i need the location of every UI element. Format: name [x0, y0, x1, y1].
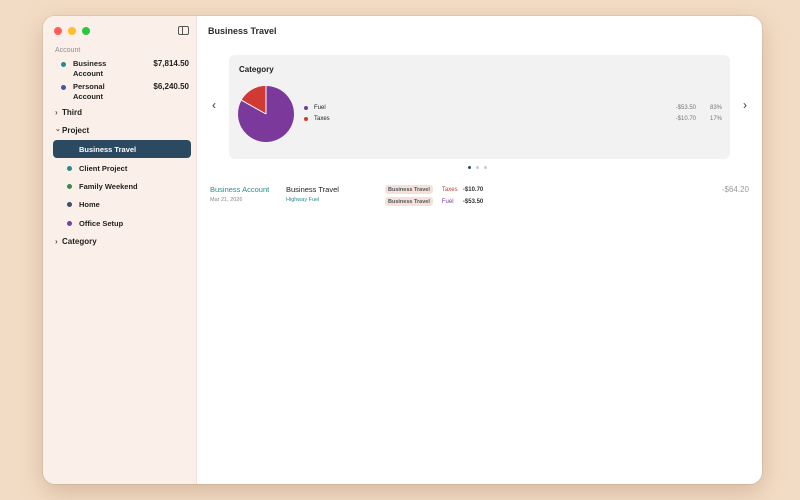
project-label: Business Travel [79, 144, 137, 154]
account-color-dot [61, 85, 66, 90]
sidebar-item-client-project[interactable]: Client Project [53, 159, 191, 177]
chevron-down-icon: ⌄ [55, 125, 61, 133]
account-name: Business Account [73, 59, 107, 78]
page-title: Business Travel [208, 26, 277, 36]
account-color-dot [61, 62, 66, 67]
window-controls [54, 27, 90, 35]
transaction-date: Mar 21, 2026 [210, 197, 243, 203]
project-label: Office Setup [79, 218, 124, 228]
project-color-dot [67, 220, 72, 226]
legend-label: Taxes [314, 116, 330, 122]
account-section-label: Account [55, 47, 81, 54]
minimize-window-button[interactable] [68, 27, 76, 35]
page-indicator [468, 166, 487, 169]
app-window: Account Business Account $7,814.50 Perso… [43, 16, 762, 484]
project-tag: Business Travel [385, 185, 433, 194]
sidebar-item-family-weekend[interactable]: Family Weekend [53, 177, 191, 195]
category-chart-card: Category Fuel -$53.50 83% Taxes -$10.70 … [229, 55, 730, 159]
legend-percent: 17% [709, 116, 722, 122]
chevron-right-icon[interactable]: › [743, 98, 747, 112]
page-dot-3[interactable] [484, 166, 487, 169]
page-dot-1[interactable] [468, 166, 471, 169]
transaction-title: Business Travel [286, 185, 339, 194]
category-pie-chart [238, 86, 294, 142]
transaction-total: -$64.20 [721, 185, 749, 194]
main-content: Business Travel ‹ › Category Fuel -$53.5… [198, 16, 762, 484]
account-balance: $6,240.50 [153, 82, 189, 91]
legend-item-taxes: Taxes -$10.70 17% [304, 116, 722, 122]
split-category: Fuel [441, 198, 454, 205]
group-label: Category [62, 237, 97, 246]
split-amount: -$10.70 [462, 186, 484, 193]
sidebar-item-business-travel[interactable]: Business Travel [53, 140, 191, 158]
project-color-dot [67, 165, 72, 171]
project-label: Home [79, 199, 100, 209]
legend-label: Fuel [314, 105, 326, 111]
sidebar-item-home[interactable]: Home [53, 195, 191, 213]
legend-color-dot [304, 106, 308, 110]
legend-color-dot [304, 117, 308, 121]
legend-value: -$53.50 [675, 105, 696, 111]
sidebar-group-project[interactable]: ⌄ Project [55, 125, 90, 136]
zoom-window-button[interactable] [82, 27, 90, 35]
transaction-split-taxes: Business Travel Taxes -$10.70 [385, 185, 483, 194]
project-color-dot [67, 201, 72, 207]
group-label: Project [62, 126, 90, 135]
split-amount: -$53.50 [462, 198, 484, 205]
card-title: Category [239, 65, 274, 74]
group-label: Third [62, 108, 82, 117]
close-window-button[interactable] [54, 27, 62, 35]
sidebar-group-category[interactable]: › Category [55, 237, 97, 246]
project-color-dot [67, 183, 72, 189]
sidebar-toggle-icon[interactable] [178, 26, 189, 35]
sidebar: Account Business Account $7,814.50 Perso… [43, 16, 197, 484]
project-label: Family Weekend [79, 181, 138, 191]
sidebar-item-personal-account[interactable]: Personal Account $6,240.50 [61, 82, 189, 101]
page-dot-2[interactable] [476, 166, 479, 169]
split-category: Taxes [441, 186, 458, 193]
sidebar-group-third[interactable]: › Third [55, 108, 82, 117]
legend-percent: 83% [709, 105, 722, 111]
account-name: Personal Account [73, 82, 105, 101]
chevron-right-icon: › [55, 237, 58, 246]
transaction-subtitle: Highway Fuel [286, 197, 320, 203]
chevron-left-icon[interactable]: ‹ [212, 98, 216, 112]
legend-item-fuel: Fuel -$53.50 83% [304, 105, 722, 111]
project-color-dot [67, 146, 72, 152]
account-balance: $7,814.50 [153, 59, 189, 68]
transaction-account[interactable]: Business Account [210, 185, 269, 194]
project-label: Client Project [79, 163, 128, 173]
sidebar-item-office-setup[interactable]: Office Setup [53, 214, 191, 232]
sidebar-item-business-account[interactable]: Business Account $7,814.50 [61, 59, 189, 78]
transaction-split-fuel: Business Travel Fuel -$53.50 [385, 197, 483, 206]
chevron-right-icon: › [55, 108, 58, 117]
project-tag: Business Travel [385, 197, 433, 206]
legend-value: -$10.70 [675, 116, 696, 122]
